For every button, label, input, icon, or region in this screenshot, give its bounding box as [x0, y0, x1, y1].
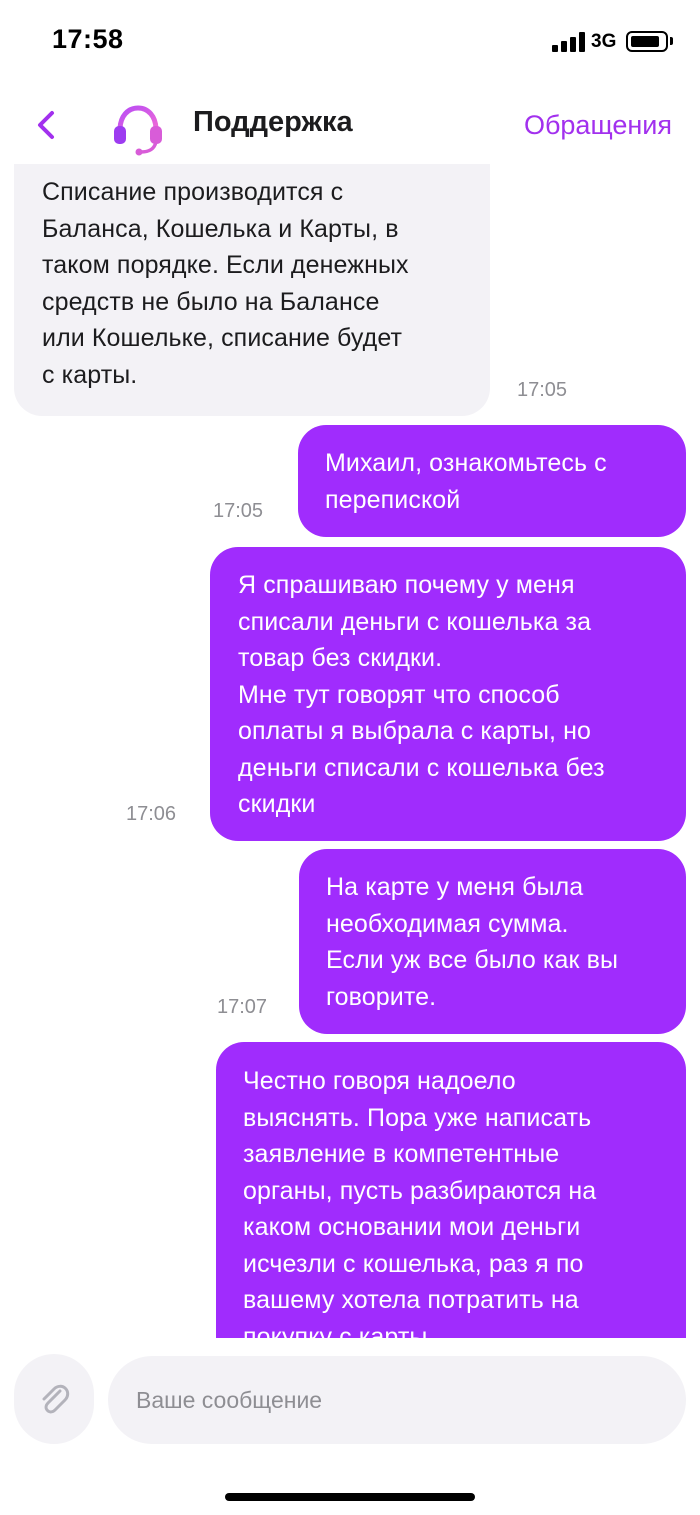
- message-composer: [0, 1338, 700, 1458]
- back-button[interactable]: [30, 108, 64, 142]
- chat-header: Поддержка Обращения: [0, 84, 700, 164]
- battery-icon: [626, 31, 668, 52]
- network-type: 3G: [591, 31, 617, 52]
- message-time: 17:05: [517, 379, 568, 401]
- appeals-link[interactable]: Обращения: [524, 110, 672, 141]
- message-time: 17:06: [126, 803, 177, 825]
- paperclip-icon: [42, 1384, 70, 1414]
- message-time: 17:07: [217, 996, 268, 1018]
- status-time: 17:58: [52, 24, 124, 54]
- message-input[interactable]: [108, 1356, 686, 1444]
- message-bubble-outgoing: На карте у меня была необходимая сумма. …: [299, 849, 686, 1034]
- message-bubble-outgoing: Честно говоря надоело выяснять. Пора уже…: [216, 1042, 686, 1338]
- chat-messages[interactable]: Списание производится с Баланса, Кошельк…: [0, 164, 700, 1338]
- support-avatar: [108, 98, 168, 158]
- status-bar: 17:58 3G: [0, 0, 700, 84]
- page-title: Поддержка: [193, 106, 353, 138]
- message-bubble-outgoing: Я спрашиваю почему у меня списали деньги…: [210, 547, 686, 841]
- message-bubble-incoming: Списание производится с Баланса, Кошельк…: [14, 164, 490, 416]
- chevron-left-icon: [38, 111, 54, 139]
- home-indicator: [225, 1493, 475, 1501]
- headset-icon: [114, 105, 162, 156]
- attach-button[interactable]: [14, 1354, 94, 1444]
- signal-icon: [552, 32, 586, 52]
- message-time: 17:05: [213, 500, 264, 522]
- message-bubble-outgoing: Михаил, ознакомьтесь с перепиской: [298, 425, 686, 537]
- battery-cap: [670, 37, 673, 45]
